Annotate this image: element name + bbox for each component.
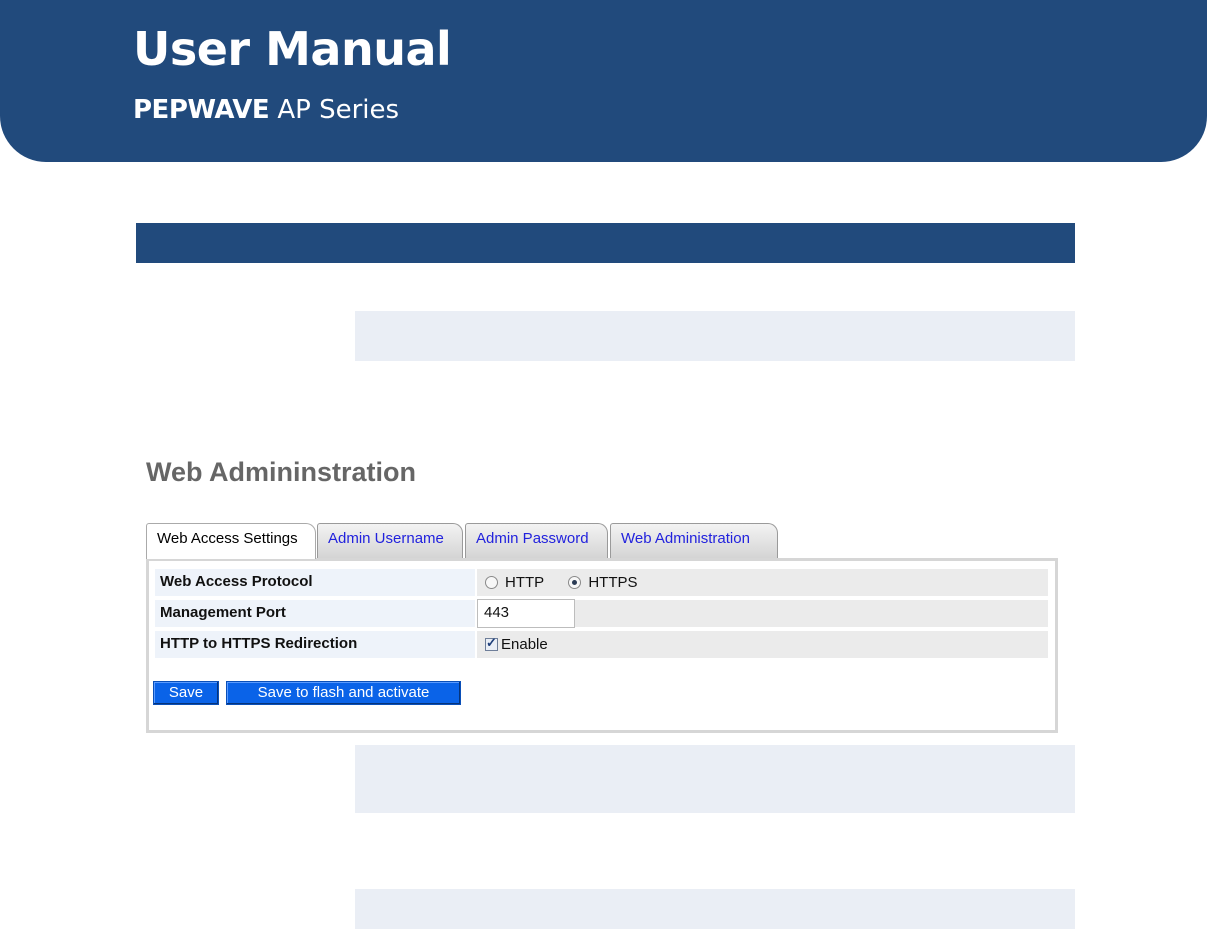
section-bar [136, 223, 1075, 263]
shaded-box [355, 889, 1075, 929]
enable-checkbox-label: Enable [501, 636, 548, 653]
page-title: Web Admininstration [146, 457, 416, 487]
port-label: Management Port [155, 600, 475, 627]
https-radio-label: HTTPS [588, 574, 638, 591]
enable-checkbox[interactable] [485, 635, 498, 651]
http-radio-label: HTTP [505, 574, 545, 591]
shaded-box [355, 311, 1075, 361]
port-row: Management Port 443 [155, 599, 1048, 628]
save-button[interactable]: Save [153, 681, 219, 705]
tab-strip: Web Access Settings Admin Username Admin… [146, 523, 786, 559]
protocol-row: Web Access Protocol HTTP HTTPS [155, 569, 1048, 596]
product-series: AP Series [277, 95, 400, 125]
brand-name: PEPWAVE [133, 95, 270, 125]
protocol-options: HTTP HTTPS [477, 569, 1048, 596]
redirect-row: HTTP to HTTPS Redirection Enable [155, 631, 1048, 658]
save-activate-button[interactable]: Save to flash and activate [226, 681, 461, 705]
document-header: User Manual PEPWAVE AP Series [0, 0, 1207, 162]
document-subtitle: PEPWAVE AP Series [133, 95, 399, 125]
tab-admin-username[interactable]: Admin Username [317, 523, 463, 558]
tab-web-access-settings[interactable]: Web Access Settings [146, 523, 316, 559]
tab-web-administration[interactable]: Web Administration [610, 523, 778, 558]
tab-admin-password[interactable]: Admin Password [465, 523, 608, 558]
management-port-input[interactable]: 443 [477, 599, 575, 628]
https-radio[interactable] [568, 576, 582, 589]
redirect-label: HTTP to HTTPS Redirection [155, 631, 475, 658]
settings-panel: Web Access Protocol HTTP HTTPS Managemen… [146, 558, 1058, 733]
protocol-label: Web Access Protocol [155, 569, 475, 596]
document-title: User Manual [133, 22, 452, 76]
shaded-box [355, 745, 1075, 813]
redirect-cell: Enable [477, 631, 1048, 658]
http-radio[interactable] [485, 576, 498, 589]
